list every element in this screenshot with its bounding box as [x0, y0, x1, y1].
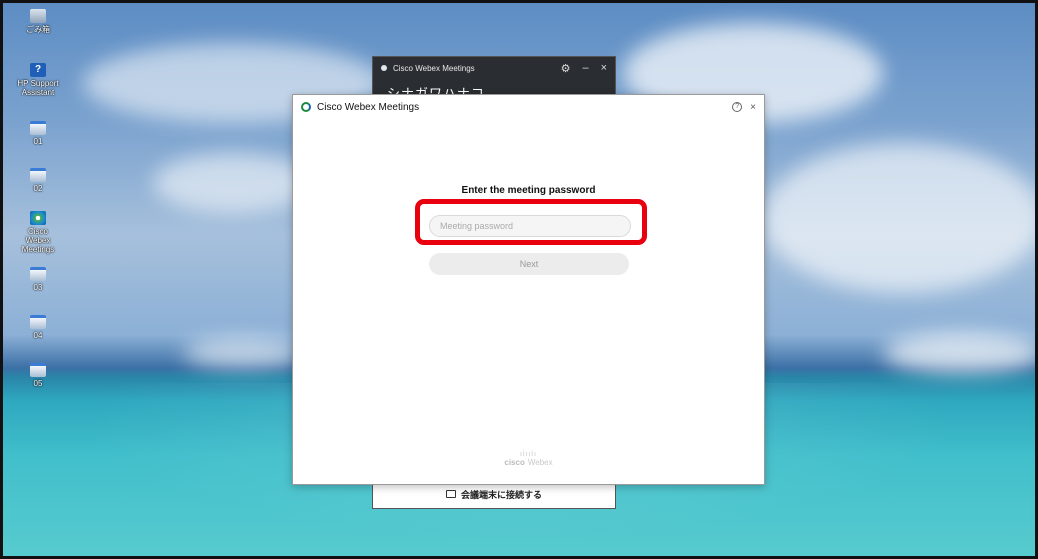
recycle-bin-icon — [30, 9, 46, 23]
dialog-titlebar: Cisco Webex Meetings ? × — [293, 95, 764, 119]
settings-gear-icon[interactable]: ⚙ — [561, 62, 571, 75]
minimize-button[interactable]: – — [582, 62, 588, 74]
webex-logo-icon — [381, 65, 387, 71]
dialog-title: Cisco Webex Meetings — [317, 101, 420, 113]
desktop-icon-label: 05 — [33, 379, 43, 388]
webex-icon — [30, 211, 46, 225]
close-icon[interactable]: × — [750, 102, 756, 113]
connect-device-label: 会議端末に接続する — [460, 489, 542, 500]
help-icon: ? — [30, 63, 46, 77]
desktop-icon-03[interactable]: 03 — [15, 267, 61, 292]
cisco-webex-brand: ılıılı cisco Webex — [293, 451, 764, 467]
desktop-icon-label: HP Support Assistant — [17, 79, 59, 97]
password-dialog: Cisco Webex Meetings ? × Enter the meeti… — [292, 94, 765, 485]
cast-icon — [445, 490, 456, 498]
brand-cisco: cisco — [504, 458, 525, 467]
desktop-icon-webex[interactable]: Cisco Webex Meetings — [15, 211, 61, 254]
webex-main-title: Cisco Webex Meetings — [393, 63, 475, 73]
screenshot-frame: ごみ箱 ? HP Support Assistant 01 02 Cisco W… — [0, 0, 1038, 559]
cloud — [883, 333, 1035, 373]
desktop-icon-recycle-bin[interactable]: ごみ箱 — [15, 9, 61, 34]
desktop-icon-label: Cisco Webex Meetings — [21, 227, 55, 254]
desktop-icon-01[interactable]: 01 — [15, 121, 61, 146]
file-icon — [30, 267, 46, 281]
password-field-wrapper — [429, 215, 631, 237]
cisco-bars-logo: ılıılı — [520, 451, 537, 458]
file-icon — [30, 121, 46, 135]
webex-main-titlebar: Cisco Webex Meetings ⚙ – × — [373, 57, 615, 79]
cloud — [763, 143, 1035, 293]
desktop-icon-hp-support[interactable]: ? HP Support Assistant — [15, 63, 61, 97]
brand-webex: Webex — [527, 458, 553, 467]
desktop-icon-label: 02 — [33, 184, 43, 193]
desktop-icon-label: 01 — [33, 137, 43, 146]
desktop-icon-02[interactable]: 02 — [15, 168, 61, 193]
cloud — [153, 153, 313, 213]
meeting-password-input[interactable] — [429, 215, 631, 237]
desktop-icon-label: 03 — [33, 283, 43, 292]
desktop-icon-04[interactable]: 04 — [15, 315, 61, 340]
help-icon[interactable]: ? — [732, 102, 743, 112]
file-icon — [30, 363, 46, 377]
file-icon — [30, 168, 46, 182]
brand-text: cisco Webex — [293, 458, 764, 467]
desktop-icon-label: ごみ箱 — [26, 25, 50, 34]
password-prompt: Enter the meeting password — [461, 185, 596, 196]
desktop-icon-label: 04 — [33, 331, 43, 340]
webex-logo-icon — [301, 102, 311, 112]
desktop-icon-05[interactable]: 05 — [15, 363, 61, 388]
file-icon — [30, 315, 46, 329]
cloud — [183, 338, 303, 368]
next-button[interactable]: Next — [429, 253, 629, 275]
close-button[interactable]: × — [601, 62, 607, 74]
